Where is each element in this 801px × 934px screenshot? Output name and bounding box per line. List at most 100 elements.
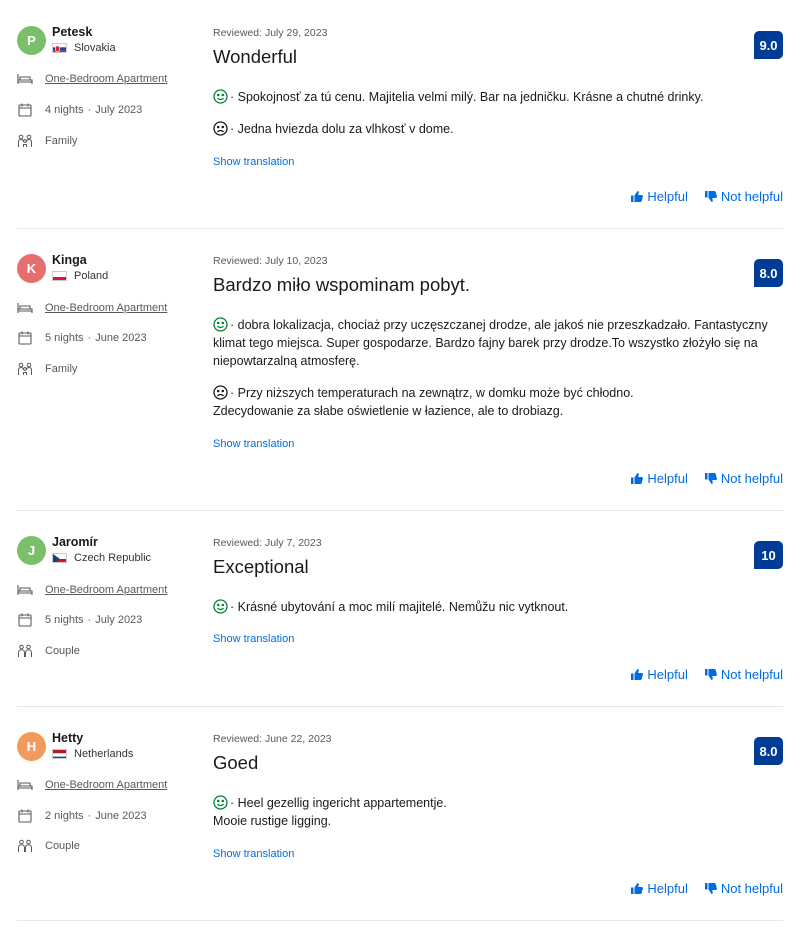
- calendar-icon: [17, 613, 33, 627]
- avatar: J: [17, 536, 46, 565]
- bed-icon: [17, 301, 33, 315]
- calendar-icon: [17, 809, 33, 823]
- family-icon: [17, 362, 33, 376]
- smile-icon: [213, 89, 228, 104]
- stay-info: 2 nights · June 2023: [17, 809, 147, 823]
- stay-month: June 2023: [95, 332, 147, 344]
- reviewer-name: Jaromír: [52, 535, 98, 549]
- review-title: Wonderful: [213, 46, 297, 67]
- traveler-info: Couple: [17, 644, 80, 658]
- frown-icon: [213, 121, 228, 136]
- calendar-icon: [17, 331, 33, 345]
- divider: [17, 510, 783, 511]
- country-label: Netherlands: [74, 748, 134, 760]
- thumbs-up-icon: [631, 473, 644, 484]
- review-title: Goed: [213, 752, 259, 773]
- room-type-link[interactable]: One-Bedroom Apartment: [45, 302, 167, 314]
- nights-label: 2 nights: [45, 810, 84, 822]
- review-title: Exceptional: [213, 556, 309, 577]
- couple-icon: [17, 839, 33, 853]
- traveler-info: Family: [17, 362, 77, 376]
- thumbs-up-icon: [631, 669, 644, 680]
- show-translation-link[interactable]: Show translation: [213, 848, 294, 860]
- score-badge: 10: [754, 541, 783, 569]
- negative-comment: · Jedna hviezda dolu za vlhkosť v dome.: [213, 120, 773, 138]
- helpful-actions: Helpful Not helpful: [631, 189, 783, 204]
- room-info: One-Bedroom Apartment: [17, 778, 167, 792]
- reviewer-country: Netherlands: [52, 748, 133, 760]
- reviewer-country: Poland: [52, 270, 108, 282]
- stay-info: 4 nights · July 2023: [17, 103, 142, 117]
- room-type-link[interactable]: One-Bedroom Apartment: [45, 73, 167, 85]
- score-badge: 8.0: [754, 259, 783, 287]
- reviewer-country: Slovakia: [52, 42, 116, 54]
- traveler-type: Couple: [45, 840, 80, 852]
- positive-comment: · Krásné ubytování a moc milí majitelé. …: [213, 598, 773, 616]
- couple-icon: [17, 644, 33, 658]
- room-info: One-Bedroom Apartment: [17, 301, 167, 315]
- country-label: Poland: [74, 270, 109, 282]
- reviewer-name: Hetty: [52, 731, 84, 745]
- positive-comment: · dobra lokalizacja, chociaż przy uczęsz…: [213, 317, 768, 368]
- stay-info: 5 nights · June 2023: [17, 331, 147, 345]
- show-translation-link[interactable]: Show translation: [213, 156, 294, 168]
- not-helpful-button[interactable]: Not helpful: [704, 881, 783, 896]
- thumbs-down-icon: [704, 883, 717, 894]
- stay-month: July 2023: [95, 104, 143, 116]
- room-type-link[interactable]: One-Bedroom Apartment: [45, 779, 167, 791]
- smile-icon: [213, 599, 228, 614]
- positive-comment: · Heel gezellig ingericht appartementje.…: [213, 795, 447, 828]
- family-icon: [17, 134, 33, 148]
- not-helpful-button[interactable]: Not helpful: [704, 471, 783, 486]
- room-type-link[interactable]: One-Bedroom Apartment: [45, 584, 167, 596]
- bed-icon: [17, 583, 33, 597]
- poland-flag-icon: [52, 271, 67, 281]
- avatar: K: [17, 254, 46, 283]
- nights-label: 5 nights: [45, 332, 84, 344]
- divider: [17, 228, 783, 229]
- review-date: Reviewed: July 10, 2023: [213, 255, 328, 267]
- thumbs-down-icon: [704, 473, 717, 484]
- stay-month: July 2023: [95, 614, 143, 626]
- show-translation-link[interactable]: Show translation: [213, 633, 294, 645]
- reviewer-name: Kinga: [52, 253, 87, 267]
- calendar-icon: [17, 103, 33, 117]
- reviewer-name: Petesk: [52, 25, 93, 39]
- stay-info: 5 nights · July 2023: [17, 613, 142, 627]
- stay-month: June 2023: [95, 810, 147, 822]
- traveler-type: Couple: [45, 645, 80, 657]
- helpful-button[interactable]: Helpful: [631, 471, 688, 486]
- score-badge: 9.0: [754, 31, 783, 59]
- thumbs-down-icon: [704, 191, 717, 202]
- smile-icon: [213, 795, 228, 810]
- country-label: Czech Republic: [74, 552, 152, 564]
- thumbs-up-icon: [631, 191, 644, 202]
- frown-icon: [213, 385, 228, 400]
- helpful-actions: Helpful Not helpful: [631, 471, 783, 486]
- not-helpful-button[interactable]: Not helpful: [704, 667, 783, 682]
- bed-icon: [17, 72, 33, 86]
- nights-label: 5 nights: [45, 614, 84, 626]
- helpful-button[interactable]: Helpful: [631, 667, 688, 682]
- traveler-info: Family: [17, 134, 77, 148]
- helpful-actions: Helpful Not helpful: [631, 881, 783, 896]
- review-date: Reviewed: July 29, 2023: [213, 27, 328, 39]
- helpful-button[interactable]: Helpful: [631, 881, 688, 896]
- show-translation-link[interactable]: Show translation: [213, 438, 294, 450]
- slovakia-flag-icon: [52, 43, 67, 53]
- score-badge: 8.0: [754, 737, 783, 765]
- not-helpful-button[interactable]: Not helpful: [704, 189, 783, 204]
- room-info: One-Bedroom Apartment: [17, 583, 167, 597]
- divider: [17, 706, 783, 707]
- smile-icon: [213, 317, 228, 332]
- negative-comment: · Przy niższych temperaturach na zewnątr…: [213, 385, 634, 418]
- helpful-button[interactable]: Helpful: [631, 189, 688, 204]
- positive-comment: · Spokojnosť za tú cenu. Majitelia velmi…: [213, 88, 773, 106]
- review-title: Bardzo miło wspominam pobyt.: [213, 274, 471, 295]
- nights-label: 4 nights: [45, 104, 84, 116]
- avatar: H: [17, 732, 46, 761]
- review-date: Reviewed: July 7, 2023: [213, 537, 322, 549]
- room-info: One-Bedroom Apartment: [17, 72, 167, 86]
- divider: [17, 920, 783, 921]
- czech-flag-icon: [52, 553, 67, 563]
